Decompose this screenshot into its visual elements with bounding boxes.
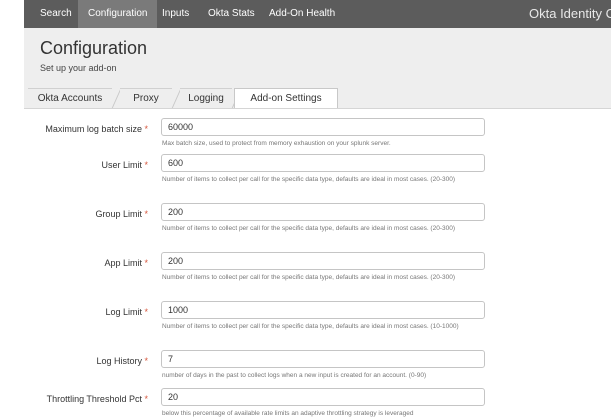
tab-logging[interactable]: Logging: [180, 88, 232, 108]
user-limit-input[interactable]: [161, 154, 485, 172]
app-limit-input[interactable]: [161, 252, 485, 270]
required-marker: *: [144, 394, 148, 404]
tab-add-on-settings[interactable]: Add-on Settings: [234, 88, 338, 109]
required-marker: *: [144, 307, 148, 317]
group-limit-input[interactable]: [161, 203, 485, 221]
log-history-input[interactable]: [161, 350, 485, 368]
app-title: Okta Identity C: [529, 6, 611, 21]
page-title: Configuration: [40, 38, 148, 58]
nav-search[interactable]: Search: [30, 0, 82, 28]
page: Search Configuration Inputs Okta Stats A…: [24, 0, 611, 417]
field-help-text: Number of items to collect per call for …: [162, 176, 455, 183]
nav-okta-stats[interactable]: Okta Stats: [198, 0, 265, 28]
page-header: Configuration Set up your add-on: [24, 28, 611, 88]
field-help-text: Max batch size, used to protect from mem…: [162, 140, 391, 147]
settings-form: Maximum log batch size * Max batch size,…: [24, 108, 611, 417]
nav-inputs[interactable]: Inputs: [152, 0, 199, 28]
config-tabs: Okta Accounts Proxy Logging Add-on Setti…: [24, 88, 611, 109]
top-navigation: Search Configuration Inputs Okta Stats A…: [24, 0, 611, 28]
field-help-text: Number of items to collect per call for …: [162, 225, 455, 232]
field-label: Log History *: [96, 356, 148, 366]
field-label: User Limit *: [101, 160, 148, 170]
log-limit-input[interactable]: [161, 301, 485, 319]
max-log-batch-size-input[interactable]: [161, 118, 485, 136]
tab-proxy[interactable]: Proxy: [120, 88, 172, 108]
field-label: Throttling Threshold Pct *: [46, 394, 148, 404]
field-help-text: Number of items to collect per call for …: [162, 323, 459, 330]
field-help-text: below this percentage of available rate …: [162, 410, 414, 417]
nav-configuration[interactable]: Configuration: [78, 0, 158, 28]
required-marker: *: [144, 209, 148, 219]
page-subtitle: Set up your add-on: [40, 63, 117, 73]
field-label: App Limit *: [104, 258, 148, 268]
nav-add-on-health[interactable]: Add-On Health: [259, 0, 345, 28]
required-marker: *: [144, 258, 148, 268]
field-help-text: number of days in the past to collect lo…: [162, 372, 427, 379]
required-marker: *: [144, 356, 148, 366]
required-marker: *: [144, 124, 148, 134]
left-margin: [0, 0, 24, 417]
throttling-threshold-pct-input[interactable]: [161, 388, 485, 406]
field-label: Log Limit *: [105, 307, 148, 317]
tab-okta-accounts[interactable]: Okta Accounts: [28, 88, 112, 108]
required-marker: *: [144, 160, 148, 170]
field-label: Group Limit *: [95, 209, 148, 219]
field-help-text: Number of items to collect per call for …: [162, 274, 455, 281]
field-label: Maximum log batch size *: [45, 124, 148, 134]
